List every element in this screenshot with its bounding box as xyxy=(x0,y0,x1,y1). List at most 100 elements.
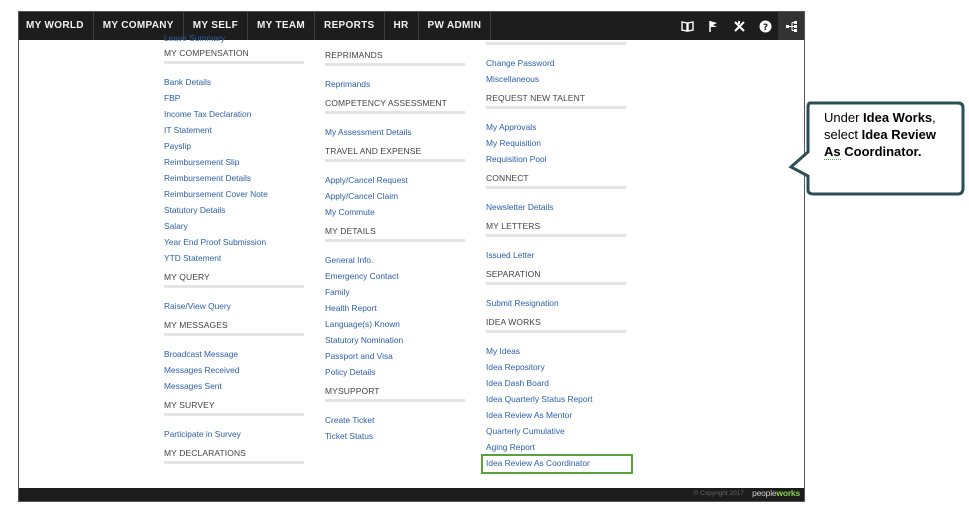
instruction-callout: Under Idea Works, select Idea Review As … xyxy=(788,100,968,196)
section-divider xyxy=(164,413,304,416)
link-reprimands[interactable]: Reprimands xyxy=(325,76,465,92)
link-emergency-contact[interactable]: Emergency Contact xyxy=(325,268,465,284)
nav-pw-admin[interactable]: PW ADMIN xyxy=(419,12,492,40)
flag-icon[interactable] xyxy=(700,12,726,40)
link-language-s-known[interactable]: Language(s) Known xyxy=(325,316,465,332)
link-fbp[interactable]: FBP xyxy=(164,90,304,106)
link-my-approvals[interactable]: My Approvals xyxy=(486,119,626,135)
section-divider xyxy=(164,461,304,464)
org-chart-icon[interactable] xyxy=(778,12,804,40)
section-divider xyxy=(325,399,465,402)
link-my-requisition[interactable]: My Requisition xyxy=(486,135,626,151)
section-divider xyxy=(325,159,465,162)
link-my-assessment-details[interactable]: My Assessment Details xyxy=(325,124,465,140)
menu-section-separation: SEPARATION Submit Resignation xyxy=(486,267,626,315)
link-reimbursement-cover-note[interactable]: Reimbursement Cover Note xyxy=(164,186,304,202)
link-salary[interactable]: Salary xyxy=(164,218,304,234)
section-divider xyxy=(325,239,465,242)
section-heading: MYSUPPORT xyxy=(325,386,380,396)
link-bank-details[interactable]: Bank Details xyxy=(164,74,304,90)
copyright-text: © Copyright 2017 xyxy=(693,490,744,497)
link-idea-repository[interactable]: Idea Repository xyxy=(486,359,626,375)
menu-section-competency-assessment: COMPETENCY ASSESSMENT My Assessment Detai… xyxy=(325,96,465,144)
link-messages-sent[interactable]: Messages Sent xyxy=(164,378,304,394)
link-miscellaneous[interactable]: Miscellaneous xyxy=(486,71,626,87)
link-quarterly-cumulative[interactable]: Quarterly Cumulative xyxy=(486,423,626,439)
menu-section-my-compensation: MY COMPENSATION Bank Details FBP Income Tax… xyxy=(164,46,304,270)
link-my-commute[interactable]: My Commute xyxy=(325,204,465,220)
menu-section-reprimands: REPRIMANDS Reprimands xyxy=(325,48,465,96)
link-change-password[interactable]: Change Password xyxy=(486,55,626,71)
menu-column-2: REPRIMANDS Reprimands COMPETENCY ASSESSMEN… xyxy=(325,48,465,448)
link-idea-review-as-mentor[interactable]: Idea Review As Mentor xyxy=(486,407,626,423)
link-apply-cancel-claim[interactable]: Apply/Cancel Claim xyxy=(325,188,465,204)
link-raise-view-query[interactable]: Raise/View Query xyxy=(164,298,304,314)
link-passport-and-visa[interactable]: Passport and Visa xyxy=(325,348,465,364)
section-heading: MY DETAILS xyxy=(325,226,376,236)
link-aging-report[interactable]: Aging Report xyxy=(486,439,626,455)
section-heading: MY MESSAGES xyxy=(164,320,228,330)
link-leave-summary[interactable]: Leave Summary xyxy=(164,34,304,46)
menu-section-request-new-talent: REQUEST NEW TALENT My Approvals My Requisi… xyxy=(486,91,626,171)
section-divider xyxy=(164,333,304,336)
nav-hr[interactable]: HR xyxy=(385,12,419,40)
link-broadcast-message[interactable]: Broadcast Message xyxy=(164,346,304,362)
link-submit-resignation[interactable]: Submit Resignation xyxy=(486,295,626,311)
link-general-info[interactable]: General Info. xyxy=(325,252,465,268)
link-messages-received[interactable]: Messages Received xyxy=(164,362,304,378)
link-it-statement[interactable]: IT Statement xyxy=(164,122,304,138)
link-ytd-statement[interactable]: YTD Statement xyxy=(164,250,304,266)
section-heading: MY COMPENSATION xyxy=(164,48,249,58)
nav-my-team[interactable]: MY TEAM xyxy=(248,12,316,40)
section-heading: MY QUERY xyxy=(164,272,210,282)
app-window: MY WORLD MY COMPANY MY SELF MY TEAM REPO… xyxy=(18,11,805,502)
link-payslip[interactable]: Payslip xyxy=(164,138,304,154)
link-income-tax-declaration[interactable]: Income Tax Declaration xyxy=(164,106,304,122)
section-heading: MY DECLARATIONS xyxy=(164,448,246,458)
section-divider xyxy=(325,111,465,114)
section-heading: MY LETTERS xyxy=(486,221,541,231)
menu-section-travel-and-expense: TRAVEL AND EXPENSE Apply/Cancel Request Ap… xyxy=(325,144,465,224)
section-heading: REQUEST NEW TALENT xyxy=(486,93,586,103)
link-my-ideas[interactable]: My Ideas xyxy=(486,343,626,359)
section-heading: REPRIMANDS xyxy=(325,50,383,60)
link-reimbursement-slip[interactable]: Reimbursement Slip xyxy=(164,154,304,170)
footer-bar: © Copyright 2017 peopleworks xyxy=(19,488,804,501)
link-ticket-status[interactable]: Ticket Status xyxy=(325,428,465,444)
link-year-end-proof-submission[interactable]: Year End Proof Submission xyxy=(164,234,304,250)
link-reimbursement-details[interactable]: Reimbursement Details xyxy=(164,170,304,186)
link-idea-quarterly-status-report[interactable]: Idea Quarterly Status Report xyxy=(486,391,626,407)
link-statutory-nomination[interactable]: Statutory Nomination xyxy=(325,332,465,348)
svg-text:?: ? xyxy=(762,23,767,33)
link-create-ticket[interactable]: Create Ticket xyxy=(325,412,465,428)
link-family[interactable]: Family xyxy=(325,284,465,300)
link-newsletter-details[interactable]: Newsletter Details xyxy=(486,199,626,215)
link-policy-details[interactable]: Policy Details xyxy=(325,364,465,380)
menu-section-settings: Change Password Miscellaneous xyxy=(486,42,626,91)
link-issued-letter[interactable]: Issued Letter xyxy=(486,247,626,263)
book-icon[interactable] xyxy=(674,12,700,40)
link-statutory-details[interactable]: Statutory Details xyxy=(164,202,304,218)
menu-section-mysupport: MYSUPPORT Create Ticket Ticket Status xyxy=(325,384,465,448)
link-apply-cancel-request[interactable]: Apply/Cancel Request xyxy=(325,172,465,188)
menu-column-1: Leave Summary MY COMPENSATION Bank Details… xyxy=(164,34,304,478)
section-divider xyxy=(486,330,626,333)
link-idea-dash-board[interactable]: Idea Dash Board xyxy=(486,375,626,391)
top-navigation-bar: MY WORLD MY COMPANY MY SELF MY TEAM REPO… xyxy=(19,12,804,40)
brand-part-a: people xyxy=(752,488,777,498)
link-participate-in-survey[interactable]: Participate in Survey xyxy=(164,426,304,442)
nav-my-world[interactable]: MY WORLD xyxy=(19,12,94,40)
section-divider xyxy=(486,186,626,189)
nav-reports[interactable]: REPORTS xyxy=(315,12,385,40)
tools-icon[interactable] xyxy=(726,12,752,40)
link-requisition-pool[interactable]: Requisition Pool xyxy=(486,151,626,167)
section-divider xyxy=(325,63,465,66)
brand-part-b: works xyxy=(776,488,800,498)
help-icon[interactable]: ? xyxy=(752,12,778,40)
section-divider xyxy=(486,106,626,109)
section-heading: COMPETENCY ASSESSMENT xyxy=(325,98,447,108)
link-health-report[interactable]: Health Report xyxy=(325,300,465,316)
section-heading: CONNECT xyxy=(486,173,529,183)
menu-section-my-letters: MY LETTERS Issued Letter xyxy=(486,219,626,267)
section-divider xyxy=(486,234,626,237)
